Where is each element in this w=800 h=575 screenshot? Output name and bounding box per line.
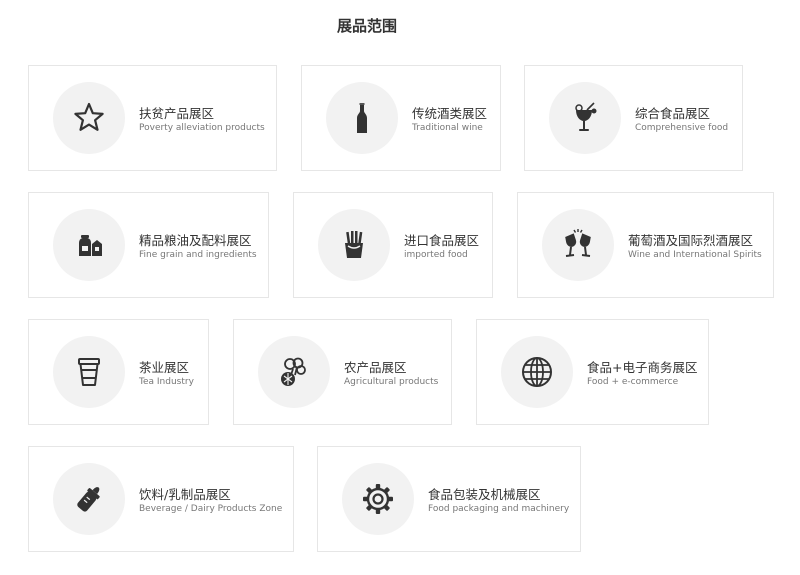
icon-circle xyxy=(53,209,125,281)
gear-icon xyxy=(363,484,393,514)
icon-circle xyxy=(53,336,125,408)
baby-bottle-icon xyxy=(77,487,100,512)
category-title: 食品+电子商务展区 xyxy=(587,360,698,375)
category-title: 饮料/乳制品展区 xyxy=(139,487,231,502)
category-title: 综合食品展区 xyxy=(635,106,711,121)
wine-bottle-icon xyxy=(357,103,367,133)
category-subtitle: Fine grain and ingredients xyxy=(139,250,257,260)
category-card-packaging-machinery[interactable]: 食品包装及机械展区 Food packaging and machinery xyxy=(317,446,581,552)
icon-circle xyxy=(318,209,390,281)
category-subtitle: imported food xyxy=(404,250,468,260)
icon-circle xyxy=(53,82,125,154)
category-card-beverage-dairy[interactable]: 饮料/乳制品展区 Beverage / Dairy Products Zone xyxy=(28,446,294,552)
category-card-agricultural[interactable]: 农产品展区 Agricultural products xyxy=(233,319,452,425)
category-card-fine-grain[interactable]: 精品粮油及配料展区 Fine grain and ingredients xyxy=(28,192,269,298)
page-title: 展品范围 xyxy=(336,17,397,35)
category-title: 进口食品展区 xyxy=(404,233,480,248)
category-subtitle: Traditional wine xyxy=(412,123,483,133)
icon-circle xyxy=(326,82,398,154)
cocktail-icon xyxy=(575,102,597,131)
category-card-imported-food[interactable]: 进口食品展区 imported food xyxy=(293,192,493,298)
category-subtitle: Wine and International Spirits xyxy=(628,250,762,260)
icon-circle xyxy=(542,209,614,281)
category-card-poverty-alleviation[interactable]: 扶贫产品展区 Poverty alleviation products xyxy=(28,65,277,171)
fries-icon xyxy=(345,231,363,258)
category-title: 精品粮油及配料展区 xyxy=(139,233,252,248)
category-card-comprehensive-food[interactable]: 综合食品展区 Comprehensive food xyxy=(524,65,743,171)
category-title: 传统酒类展区 xyxy=(412,106,488,121)
tea-cup-icon xyxy=(78,358,100,386)
icon-circle xyxy=(342,463,414,535)
category-subtitle: Poverty alleviation products xyxy=(139,123,265,133)
category-title: 食品包装及机械展区 xyxy=(428,487,541,502)
category-subtitle: Agricultural products xyxy=(344,377,439,387)
category-card-tea[interactable]: 茶业展区 Tea Industry xyxy=(28,319,209,425)
icon-circle xyxy=(501,336,573,408)
category-card-traditional-wine[interactable]: 传统酒类展区 Traditional wine xyxy=(301,65,501,171)
grain-bag-icon xyxy=(79,235,102,256)
star-icon xyxy=(74,102,104,131)
category-title: 葡萄酒及国际烈酒展区 xyxy=(628,233,754,248)
category-card-food-ecommerce[interactable]: 食品+电子商务展区 Food + e-commerce xyxy=(476,319,709,425)
category-title: 扶贫产品展区 xyxy=(139,106,215,121)
icon-circle xyxy=(549,82,621,154)
category-subtitle: Food packaging and machinery xyxy=(428,504,570,514)
icon-circle xyxy=(53,463,125,535)
wine-glasses-icon xyxy=(565,229,591,257)
globe-icon xyxy=(522,357,552,387)
icon-circle xyxy=(258,336,330,408)
produce-icon xyxy=(281,357,306,386)
category-subtitle: Comprehensive food xyxy=(635,123,729,133)
category-subtitle: Tea Industry xyxy=(139,377,194,387)
category-title: 茶业展区 xyxy=(139,360,190,375)
category-title: 农产品展区 xyxy=(344,360,407,375)
category-subtitle: Beverage / Dairy Products Zone xyxy=(139,504,283,514)
category-card-wine-spirits[interactable]: 葡萄酒及国际烈酒展区 Wine and International Spirit… xyxy=(517,192,774,298)
category-subtitle: Food + e-commerce xyxy=(587,377,679,387)
